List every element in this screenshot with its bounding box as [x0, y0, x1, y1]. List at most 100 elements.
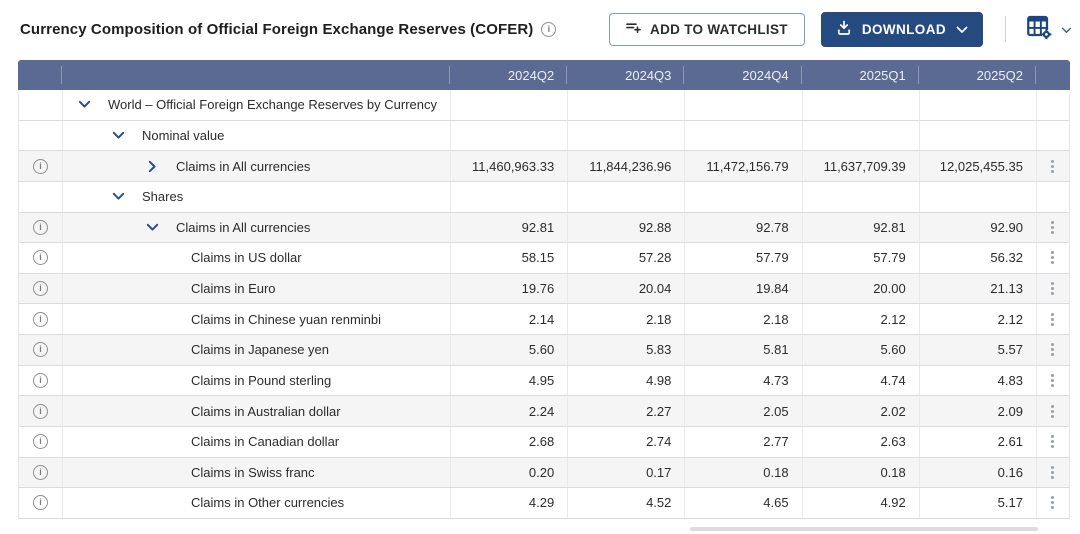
row-label: Claims in All currencies [176, 159, 310, 174]
horizontal-scrollbar[interactable] [690, 527, 1038, 531]
row-label: Claims in Swiss franc [191, 465, 315, 480]
table-row: World – Official Foreign Exchange Reserv… [19, 90, 1069, 121]
table-row: Nominal value [19, 121, 1069, 152]
row-info-cell [19, 90, 63, 120]
row-label-cell: Claims in Swiss franc [63, 458, 451, 488]
value-cell: 5.57 [920, 335, 1037, 365]
kebab-menu-icon[interactable] [1051, 256, 1054, 259]
kebab-menu-icon[interactable] [1051, 379, 1054, 382]
info-icon[interactable] [33, 434, 48, 449]
value-cell: 2.77 [685, 427, 802, 457]
value-cell: 56.32 [920, 243, 1037, 273]
row-info-cell [19, 213, 63, 243]
table-row: Claims in Japanese yen 5.60 5.83 5.81 5.… [19, 335, 1069, 366]
list-add-icon [626, 21, 641, 37]
kebab-menu-icon[interactable] [1051, 348, 1054, 351]
value-cell [920, 121, 1037, 151]
collapse-chevron-icon[interactable] [145, 159, 159, 173]
value-cell: 21.13 [920, 274, 1037, 304]
info-icon[interactable] [33, 495, 48, 510]
row-info-cell [19, 488, 63, 518]
row-menu-cell [1037, 396, 1069, 426]
kebab-menu-icon[interactable] [1051, 318, 1054, 321]
table-row: Claims in All currencies 11,460,963.33 1… [19, 151, 1069, 182]
column-header: 2024Q2 [450, 60, 567, 90]
expand-chevron-icon[interactable] [77, 98, 91, 112]
expand-chevron-icon[interactable] [145, 220, 159, 234]
header-menu-column [1036, 60, 1070, 90]
value-cell: 2.74 [568, 427, 685, 457]
kebab-menu-icon[interactable] [1051, 226, 1054, 229]
table-row: Claims in Australian dollar 2.24 2.27 2.… [19, 396, 1069, 427]
kebab-menu-icon[interactable] [1051, 287, 1054, 290]
row-label-cell: Claims in Euro [63, 274, 451, 304]
value-cell [568, 182, 685, 212]
table-body: World – Official Foreign Exchange Reserv… [18, 90, 1070, 519]
chevron-down-icon [956, 22, 968, 37]
value-cell: 11,844,236.96 [568, 151, 685, 181]
download-icon [836, 20, 852, 39]
info-icon[interactable] [33, 373, 48, 388]
value-cell: 2.63 [803, 427, 920, 457]
value-cell [803, 121, 920, 151]
table-settings-button[interactable] [1024, 12, 1074, 46]
row-menu-cell [1037, 427, 1069, 457]
expand-chevron-icon[interactable] [111, 190, 125, 204]
row-label: Nominal value [142, 128, 224, 143]
row-info-cell [19, 304, 63, 334]
kebab-menu-icon[interactable] [1051, 165, 1054, 168]
expand-chevron-icon[interactable] [111, 128, 125, 142]
row-info-cell [19, 151, 63, 181]
value-cell: 2.18 [685, 304, 802, 334]
kebab-menu-icon[interactable] [1051, 440, 1054, 443]
value-cell [920, 182, 1037, 212]
value-cell [920, 90, 1037, 120]
info-icon[interactable] [33, 159, 48, 174]
add-to-watchlist-button[interactable]: ADD TO WATCHLIST [609, 13, 805, 46]
data-table: 2024Q2 2024Q3 2024Q4 2025Q1 2025Q2 World… [18, 60, 1070, 519]
chevron-down-icon [1061, 22, 1072, 37]
value-cell: 4.95 [451, 366, 568, 396]
row-menu-cell [1037, 366, 1069, 396]
column-header: 2024Q4 [684, 60, 801, 90]
info-icon[interactable] [33, 465, 48, 480]
value-cell: 2.27 [568, 396, 685, 426]
row-info-cell [19, 366, 63, 396]
info-icon[interactable] [541, 22, 556, 37]
row-info-cell [19, 274, 63, 304]
download-button[interactable]: DOWNLOAD [821, 12, 983, 47]
info-icon[interactable] [33, 250, 48, 265]
value-cell [451, 121, 568, 151]
value-cell: 20.04 [568, 274, 685, 304]
value-cell: 0.18 [685, 458, 802, 488]
info-icon[interactable] [33, 312, 48, 327]
info-icon[interactable] [33, 220, 48, 235]
value-cell [451, 182, 568, 212]
column-header: 2024Q3 [567, 60, 684, 90]
value-cell: 4.73 [685, 366, 802, 396]
value-cell: 92.81 [803, 213, 920, 243]
kebab-menu-icon[interactable] [1051, 410, 1054, 413]
info-icon[interactable] [33, 342, 48, 357]
row-menu-cell [1037, 213, 1069, 243]
value-cell: 2.12 [803, 304, 920, 334]
kebab-menu-icon[interactable] [1051, 501, 1054, 504]
value-cell: 2.02 [803, 396, 920, 426]
table-row: Claims in Chinese yuan renminbi 2.14 2.1… [19, 304, 1069, 335]
info-icon[interactable] [33, 404, 48, 419]
value-cell: 19.76 [451, 274, 568, 304]
row-info-cell [19, 121, 63, 151]
row-label: Claims in Japanese yen [191, 342, 329, 357]
value-cell: 2.61 [920, 427, 1037, 457]
row-label: Claims in Other currencies [191, 495, 344, 510]
value-cell [568, 121, 685, 151]
row-label-cell: Claims in Canadian dollar [63, 427, 451, 457]
row-menu-cell [1037, 488, 1069, 518]
table-row: Claims in Canadian dollar 2.68 2.74 2.77… [19, 427, 1069, 458]
value-cell: 12,025,455.35 [920, 151, 1037, 181]
value-cell: 92.88 [568, 213, 685, 243]
kebab-menu-icon[interactable] [1051, 471, 1054, 474]
value-cell [451, 90, 568, 120]
info-icon[interactable] [33, 281, 48, 296]
table-row: Claims in All currencies 92.81 92.88 92.… [19, 213, 1069, 244]
